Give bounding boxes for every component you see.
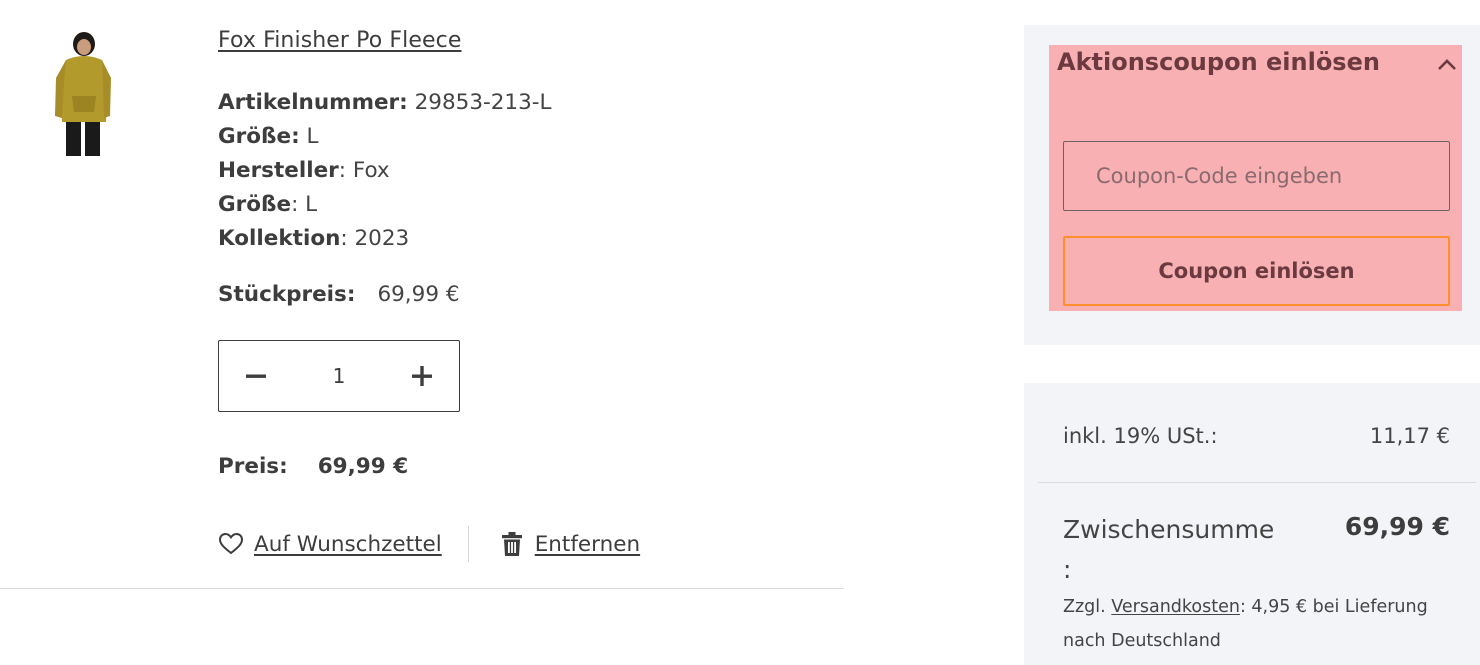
- quantity-value[interactable]: 1: [293, 364, 385, 388]
- quantity-stepper: 1: [218, 340, 460, 412]
- actions-separator: [467, 526, 469, 562]
- vat-label: inkl. 19% USt.:: [1063, 424, 1218, 448]
- line-price: Preis: 69,99 €: [218, 454, 408, 479]
- attribute-size-2: Größe: L: [218, 192, 318, 217]
- product-name-link[interactable]: Fox Finisher Po Fleece: [218, 28, 461, 53]
- unit-price: Stückpreis: 69,99 €: [218, 282, 460, 307]
- minus-icon: [246, 374, 266, 378]
- shipping-costs-link[interactable]: Versandkosten: [1111, 597, 1240, 617]
- chevron-up-icon[interactable]: [1436, 54, 1458, 76]
- wishlist-label: Auf Wunschzettel: [254, 531, 442, 557]
- attribute-manufacturer: Hersteller: Fox: [218, 158, 390, 183]
- item-divider: [0, 588, 844, 589]
- price-label: Preis:: [218, 454, 288, 479]
- shipping-note: Zzgl. Versandkosten: 4,95 € bei Lieferun…: [1063, 597, 1428, 651]
- redeem-coupon-button[interactable]: Coupon einlösen: [1063, 236, 1450, 306]
- increase-quantity-button[interactable]: [385, 341, 459, 411]
- remove-label: Entfernen: [534, 531, 641, 557]
- plus-icon: [412, 366, 432, 386]
- summary-divider: [1038, 482, 1476, 483]
- vat-value: 11,17 €: [1369, 424, 1450, 448]
- subtotal-label: Zwischensumme :: [1063, 515, 1275, 584]
- unit-price-label: Stückpreis:: [218, 282, 356, 307]
- trash-icon: [501, 532, 522, 556]
- unit-price-value: 69,99 €: [377, 282, 460, 307]
- coupon-code-input[interactable]: [1063, 141, 1450, 211]
- price-value: 69,99 €: [317, 454, 409, 479]
- remove-item-button[interactable]: Entfernen: [501, 531, 640, 557]
- subtotal-value: 69,99 €: [1344, 512, 1450, 541]
- product-attributes: Artikelnummer: 29853-213-L Größe: L Hers…: [218, 86, 552, 256]
- product-image[interactable]: [48, 30, 116, 158]
- attribute-article-number: Artikelnummer: 29853-213-L: [218, 90, 552, 115]
- decrease-quantity-button[interactable]: [219, 341, 293, 411]
- add-to-wishlist-button[interactable]: Auf Wunschzettel: [218, 532, 442, 557]
- attribute-collection: Kollektion: 2023: [218, 226, 410, 251]
- coupon-title[interactable]: Aktionscoupon einlösen: [1057, 48, 1380, 76]
- vat-row: inkl. 19% USt.: 11,17 €: [1063, 424, 1450, 448]
- attribute-size: Größe: L: [218, 124, 319, 149]
- item-actions: Auf Wunschzettel Entfernen: [218, 526, 640, 562]
- heart-icon: [218, 532, 244, 555]
